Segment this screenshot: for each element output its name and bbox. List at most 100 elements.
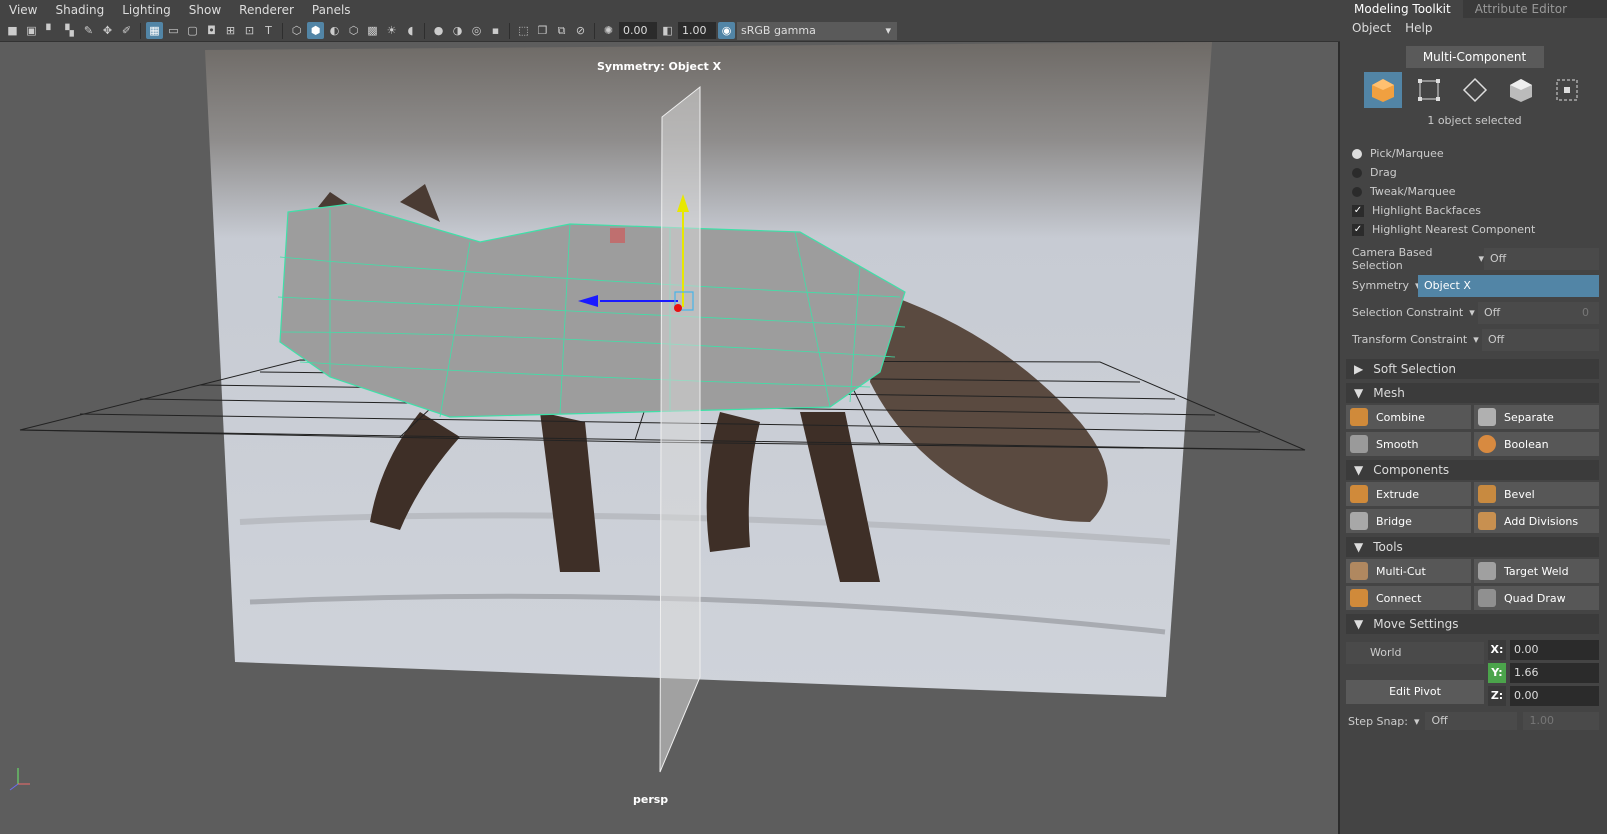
extrude-button[interactable]: Extrude: [1346, 482, 1471, 506]
isolate-select-icon[interactable]: ⬚: [515, 22, 532, 39]
move-settings-header[interactable]: ▼ Move Settings: [1346, 614, 1599, 634]
quad-draw-icon: [1478, 589, 1496, 607]
tools-header[interactable]: ▼ Tools: [1346, 537, 1599, 557]
tab-attribute-editor[interactable]: Attribute Editor: [1463, 0, 1579, 18]
multi-cut-button[interactable]: Multi-Cut: [1346, 559, 1471, 583]
highlight-backfaces-checkbox[interactable]: ✓ Highlight Backfaces: [1342, 201, 1607, 220]
3d-scene[interactable]: Symmetry: Object X persp: [0, 42, 1340, 834]
z-field[interactable]: 0.00: [1510, 686, 1599, 706]
menu-lighting[interactable]: Lighting: [113, 0, 180, 20]
wireframe-icon[interactable]: ⬡: [288, 22, 305, 39]
chevron-down-icon[interactable]: ▾: [1473, 333, 1479, 346]
move-plane-handle[interactable]: [610, 228, 625, 243]
chevron-right-icon: ▶: [1354, 362, 1364, 376]
object-mode-button[interactable]: [1363, 72, 1402, 108]
select-camera-icon[interactable]: ■: [4, 22, 21, 39]
color-management-icon[interactable]: ◉: [718, 22, 735, 39]
image-plane-icon[interactable]: ▚: [61, 22, 78, 39]
target-weld-button[interactable]: Target Weld: [1474, 559, 1599, 583]
combine-button[interactable]: Combine: [1346, 405, 1471, 429]
add-divisions-button[interactable]: Add Divisions: [1474, 509, 1599, 533]
transform-constraint-field[interactable]: Off: [1482, 328, 1599, 351]
face-mode-button[interactable]: [1502, 72, 1540, 108]
menu-shading[interactable]: Shading: [46, 0, 113, 20]
xray-active-icon[interactable]: ⧉: [553, 22, 570, 39]
pencil-icon[interactable]: ✐: [118, 22, 135, 39]
menu-object[interactable]: Object: [1352, 18, 1391, 38]
shadows-icon[interactable]: ◖: [402, 22, 419, 39]
tweak-marquee-option[interactable]: Tweak/Marquee: [1342, 182, 1607, 201]
y-field[interactable]: 1.66: [1510, 663, 1599, 683]
quad-draw-button[interactable]: Quad Draw: [1474, 586, 1599, 610]
separate-icon: [1478, 408, 1496, 426]
film-gate-icon[interactable]: ▭: [165, 22, 182, 39]
symmetry-field[interactable]: Object X: [1418, 274, 1599, 297]
connect-button[interactable]: Connect: [1346, 586, 1471, 610]
motion-blur-icon[interactable]: ◑: [449, 22, 466, 39]
resolution-gate-icon[interactable]: ▢: [184, 22, 201, 39]
default-material-icon[interactable]: ◐: [326, 22, 343, 39]
edge-mode-button[interactable]: [1456, 72, 1494, 108]
chevron-down-icon[interactable]: ▾: [1469, 306, 1475, 319]
symmetry-hud: Symmetry: Object X: [597, 60, 722, 73]
xray-icon[interactable]: ❐: [534, 22, 551, 39]
components-header[interactable]: ▼ Components: [1346, 460, 1599, 480]
lights-icon[interactable]: ☀: [383, 22, 400, 39]
exposure-field[interactable]: 0.00: [619, 22, 657, 39]
textured-icon[interactable]: ▩: [364, 22, 381, 39]
wireframe-on-shaded-icon[interactable]: ⬡: [345, 22, 362, 39]
uv-mode-button[interactable]: [1548, 72, 1586, 108]
bridge-button[interactable]: Bridge: [1346, 509, 1471, 533]
chevron-down-icon[interactable]: ▾: [1414, 715, 1420, 728]
space-value: World: [1370, 646, 1402, 659]
bookmark-icon[interactable]: ▘: [42, 22, 59, 39]
separate-button[interactable]: Separate: [1474, 405, 1599, 429]
pick-marquee-option[interactable]: Pick/Marquee: [1342, 144, 1607, 163]
ambient-occlusion-icon[interactable]: ●: [430, 22, 447, 39]
option-label: Highlight Backfaces: [1372, 204, 1482, 217]
axis-z-icon: [9, 783, 19, 791]
menu-help[interactable]: Help: [1405, 18, 1432, 38]
move-pivot-icon[interactable]: [674, 304, 682, 312]
radio-icon: [1352, 186, 1362, 197]
anti-alias-icon[interactable]: ◎: [468, 22, 485, 39]
gate-mask-icon[interactable]: ◘: [203, 22, 220, 39]
highlight-nearest-checkbox[interactable]: ✓ Highlight Nearest Component: [1342, 220, 1607, 239]
2d-pan-zoom-icon[interactable]: ✥: [99, 22, 116, 39]
colorspace-dropdown[interactable]: sRGB gamma ▾: [737, 21, 897, 40]
step-value-field[interactable]: 1.00: [1523, 712, 1599, 730]
space-dropdown[interactable]: World: [1346, 642, 1484, 664]
grease-pencil-icon[interactable]: ✎: [80, 22, 97, 39]
camera-based-selection-field[interactable]: Off: [1484, 247, 1599, 270]
tab-modeling-toolkit[interactable]: Modeling Toolkit: [1342, 0, 1463, 18]
field-chart-icon[interactable]: ⊞: [222, 22, 239, 39]
selection-constraint-field[interactable]: Off 0: [1478, 301, 1599, 324]
edit-pivot-button[interactable]: Edit Pivot: [1346, 680, 1484, 704]
menu-renderer[interactable]: Renderer: [230, 0, 303, 20]
multi-component-button[interactable]: Multi-Component: [1405, 46, 1544, 68]
exposure-icon[interactable]: ✺: [600, 22, 617, 39]
grid-icon[interactable]: ▦: [146, 22, 163, 39]
step-snap-field[interactable]: Off: [1425, 712, 1518, 730]
smooth-button[interactable]: Smooth: [1346, 432, 1471, 456]
safe-action-icon[interactable]: ⊡: [241, 22, 258, 39]
menu-view[interactable]: View: [0, 0, 46, 20]
camera-attributes-icon[interactable]: ▣: [23, 22, 40, 39]
bevel-button[interactable]: Bevel: [1474, 482, 1599, 506]
gamma-field[interactable]: 1.00: [678, 22, 716, 39]
viewport-panel[interactable]: View Shading Lighting Show Renderer Pane…: [0, 0, 1340, 834]
mesh-header[interactable]: ▼ Mesh: [1346, 383, 1599, 403]
x-field[interactable]: 0.00: [1510, 640, 1599, 660]
safe-title-icon[interactable]: T: [260, 22, 277, 39]
gamma-icon[interactable]: ◧: [659, 22, 676, 39]
vertex-mode-button[interactable]: [1410, 72, 1448, 108]
boolean-button[interactable]: Boolean: [1474, 432, 1599, 456]
depth-of-field-icon[interactable]: ▪: [487, 22, 504, 39]
drag-option[interactable]: Drag: [1342, 163, 1607, 182]
xray-joints-icon[interactable]: ⊘: [572, 22, 589, 39]
toolbar-divider: [282, 22, 283, 39]
soft-selection-header[interactable]: ▶ Soft Selection: [1346, 359, 1599, 379]
smooth-shade-icon[interactable]: ⬢: [307, 22, 324, 39]
menu-show[interactable]: Show: [180, 0, 230, 20]
menu-panels[interactable]: Panels: [303, 0, 360, 20]
